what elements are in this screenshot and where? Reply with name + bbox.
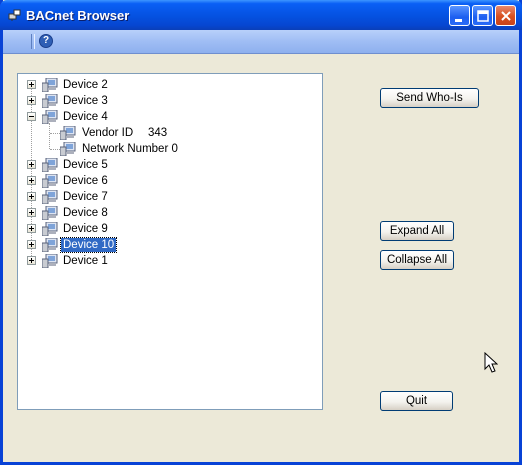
expand-toggle[interactable] — [27, 80, 36, 89]
tree-node-device-3[interactable]: Device 3 — [18, 93, 318, 109]
vendor-id-value: 343 — [148, 127, 168, 139]
computer-icon — [42, 238, 58, 252]
tree-node-device-7[interactable]: Device 7 — [18, 189, 318, 205]
property-icon — [60, 142, 76, 156]
tree-node-network-number[interactable]: Network Number 0 — [18, 141, 318, 157]
tree-connector-line — [50, 149, 60, 151]
computer-icon — [42, 174, 58, 188]
tree-node-label[interactable]: Vendor ID — [80, 126, 135, 140]
tree-node-device-4[interactable]: Device 4 — [18, 109, 318, 125]
computer-icon — [42, 158, 58, 172]
computer-icon — [42, 222, 58, 236]
main-window: BACnet Browser ? Device 2 Device 3 Devic… — [0, 0, 522, 465]
property-icon — [60, 126, 76, 140]
close-icon — [501, 11, 511, 21]
tree-node-device-5[interactable]: Device 5 — [18, 157, 318, 173]
tree-node-label[interactable]: Device 6 — [61, 174, 110, 188]
title-bar[interactable]: BACnet Browser — [0, 0, 522, 30]
computer-icon — [42, 78, 58, 92]
tree-node-label-selected[interactable]: Device 10 — [59, 237, 118, 253]
expand-toggle[interactable] — [27, 96, 36, 105]
computer-icon — [42, 94, 58, 108]
tree-node-label[interactable]: Network Number 0 — [80, 142, 180, 156]
minimize-icon — [455, 19, 462, 22]
tree-node-device-9[interactable]: Device 9 — [18, 221, 318, 237]
tree-node-label[interactable]: Device 4 — [61, 110, 110, 124]
computer-icon — [42, 206, 58, 220]
computer-icon — [42, 190, 58, 204]
tree-node-label[interactable]: Device 1 — [61, 254, 110, 268]
app-icon — [8, 9, 21, 21]
mouse-cursor-icon — [484, 352, 498, 373]
tree-node-label[interactable]: Device 9 — [61, 222, 110, 236]
computer-icon — [42, 254, 58, 268]
tree-node-device-10[interactable]: Device 10 — [18, 237, 318, 253]
tree-node-label[interactable]: Device 2 — [61, 78, 110, 92]
toolbar-grip[interactable] — [31, 34, 35, 49]
close-button[interactable] — [495, 5, 516, 26]
computer-icon — [42, 110, 58, 124]
window-title: BACnet Browser — [26, 8, 130, 23]
tree-node-device-1[interactable]: Device 1 — [18, 253, 318, 269]
device-tree[interactable]: Device 2 Device 3 Device 4 Vendor ID 343… — [17, 73, 323, 410]
collapse-all-button[interactable]: Collapse All — [380, 250, 454, 270]
tree-node-label[interactable]: Device 8 — [61, 206, 110, 220]
tree-node-device-8[interactable]: Device 8 — [18, 205, 318, 221]
tree-node-vendor-id[interactable]: Vendor ID 343 — [18, 125, 318, 141]
send-whois-button[interactable]: Send Who-Is — [380, 88, 479, 108]
expand-toggle[interactable] — [27, 176, 36, 185]
minimize-button[interactable] — [449, 5, 470, 26]
quit-button[interactable]: Quit — [380, 391, 453, 411]
tree-node-device-6[interactable]: Device 6 — [18, 173, 318, 189]
help-icon[interactable]: ? — [39, 34, 53, 48]
tree-node-label[interactable]: Device 7 — [61, 190, 110, 204]
expand-toggle[interactable] — [27, 160, 36, 169]
tree-node-device-2[interactable]: Device 2 — [18, 77, 318, 93]
expand-toggle[interactable] — [27, 224, 36, 233]
expand-toggle[interactable] — [27, 240, 36, 249]
maximize-button[interactable] — [472, 5, 493, 26]
expand-toggle[interactable] — [27, 256, 36, 265]
tree-node-label[interactable]: Device 5 — [61, 158, 110, 172]
expand-toggle[interactable] — [27, 192, 36, 201]
expand-toggle[interactable] — [27, 208, 36, 217]
tree-node-label[interactable]: Device 3 — [61, 94, 110, 108]
toolbar: ? — [3, 30, 519, 54]
tree-connector-line — [50, 133, 60, 135]
expand-all-button[interactable]: Expand All — [380, 221, 454, 241]
maximize-icon — [477, 10, 489, 22]
collapse-toggle[interactable] — [27, 112, 36, 121]
